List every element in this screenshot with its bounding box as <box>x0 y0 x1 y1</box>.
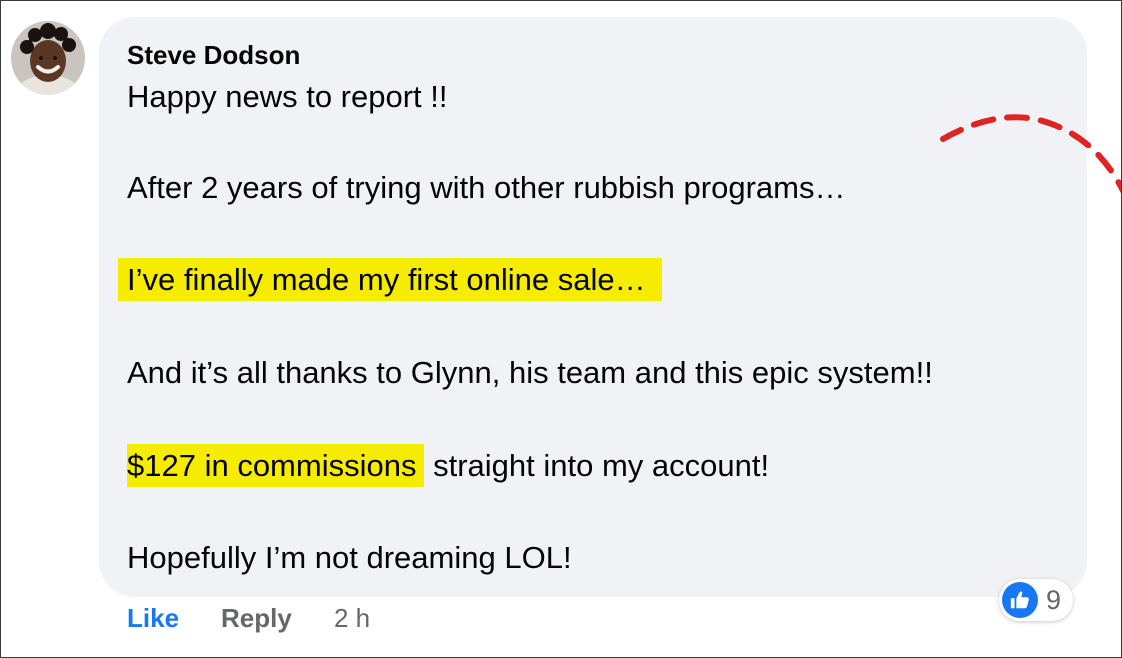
comment-line: Hopefully I’m not dreaming LOL! <box>127 540 572 575</box>
comment-timestamp[interactable]: 2 h <box>334 603 370 634</box>
highlighted-text: $127 in commissions <box>127 444 425 487</box>
comment-line-mixed: $127 in commissions straight into my acc… <box>127 444 770 487</box>
comment-screenshot: Steve Dodson Happy news to report !! Aft… <box>0 0 1122 658</box>
dashed-arc-annotation <box>940 114 1121 194</box>
reaction-count: 9 <box>1046 584 1062 615</box>
comment-author-name[interactable]: Steve Dodson <box>127 40 300 71</box>
reaction-summary[interactable]: 9 <box>999 579 1074 621</box>
like-button[interactable]: Like <box>127 603 179 634</box>
comment-line: Happy news to report !! <box>127 79 448 114</box>
author-avatar[interactable] <box>11 21 85 95</box>
comment-line: And it’s all thanks to Glynn, his team a… <box>127 355 933 390</box>
comment-line-tail: straight into my account! <box>424 448 770 483</box>
comment-line-highlighted: I’ve finally made my first online sale… <box>118 258 662 301</box>
comment-line: After 2 years of trying with other rubbi… <box>127 170 846 205</box>
reply-button[interactable]: Reply <box>221 603 292 634</box>
thumbs-up-icon <box>1002 582 1038 618</box>
highlighted-text: I’ve finally made my first online sale… <box>118 258 662 301</box>
